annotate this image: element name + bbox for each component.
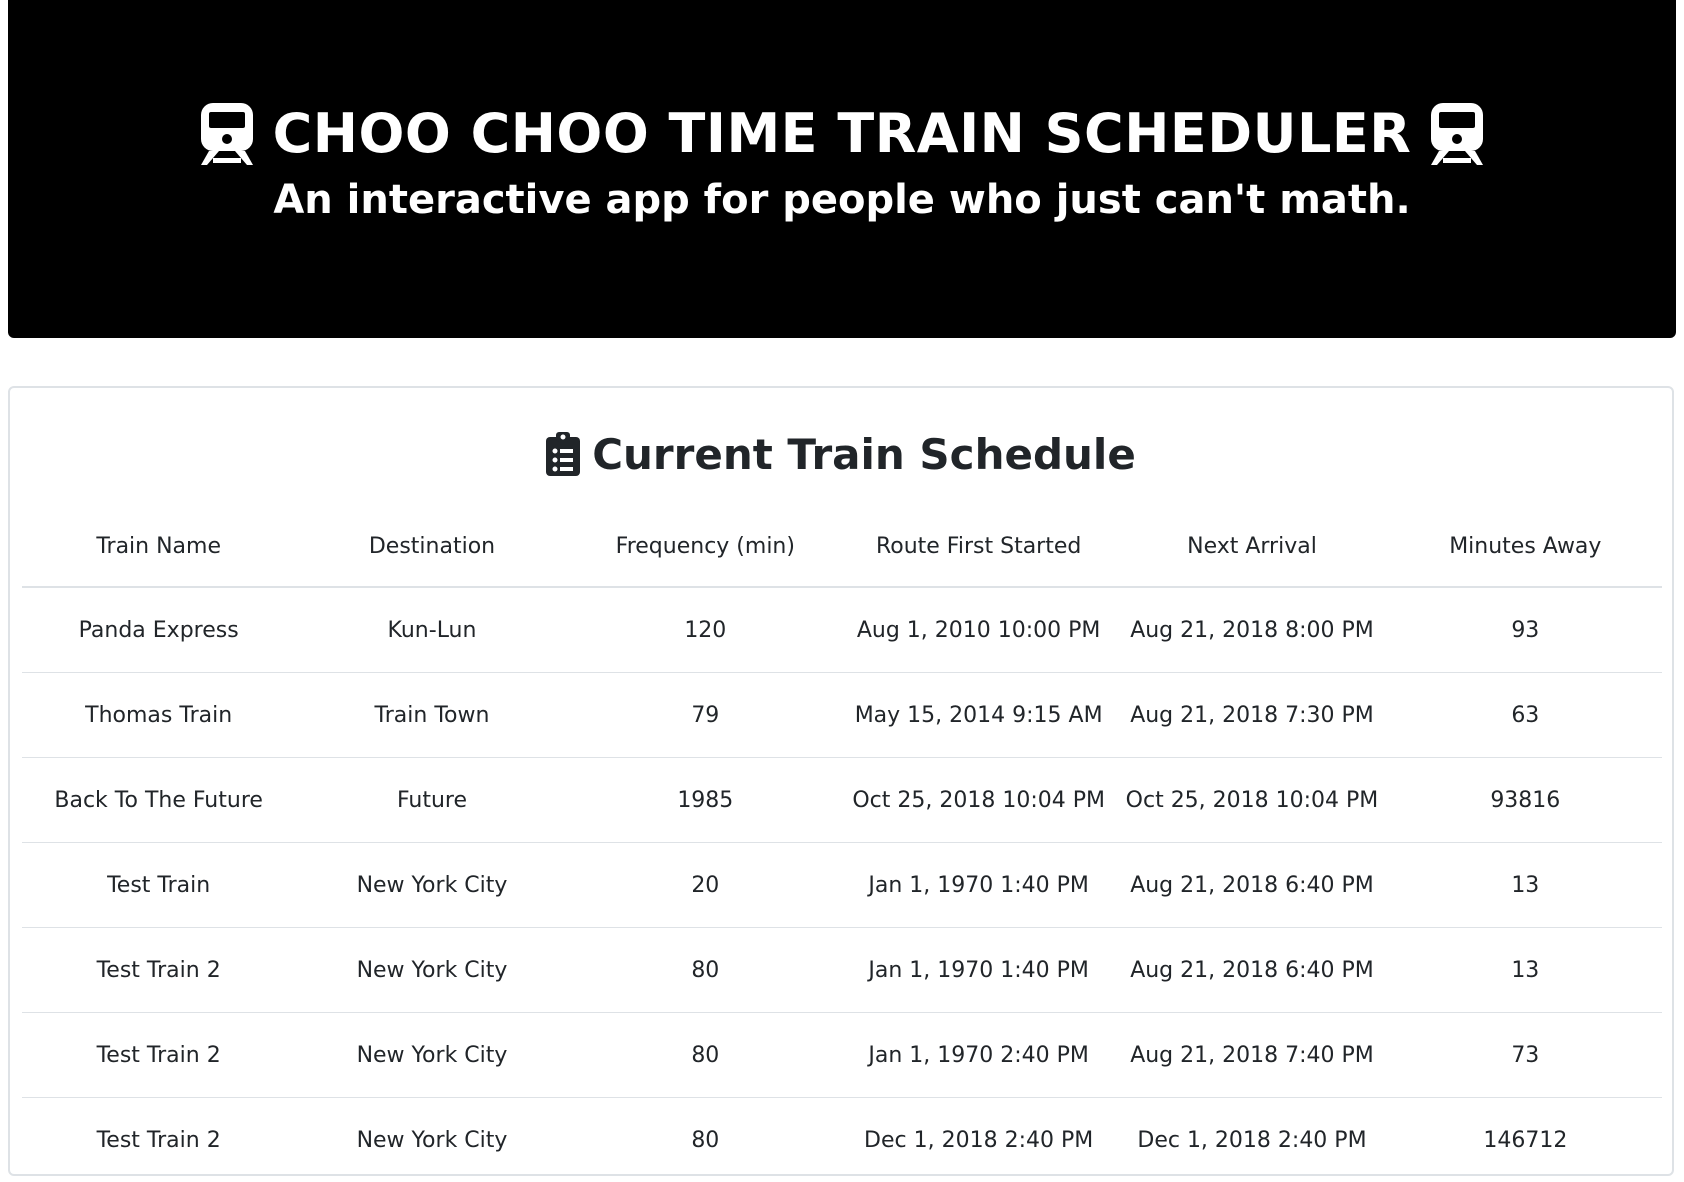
cell-next-arrival: Aug 21, 2018 8:00 PM [1130,617,1374,643]
column-header-destination: Destination [295,506,569,588]
cell-train-name: Thomas Train [22,672,296,758]
cell-next-arrival: Aug 21, 2018 6:40 PM [1115,842,1389,928]
table-row: Test Train 2 New York City 80 Jan 1, 197… [22,1012,1662,1098]
page-title-row: CHOO CHOO TIME TRAIN SCHEDULER [8,96,1676,172]
clipboard-list-icon [546,432,581,476]
cell-next-arrival: Dec 1, 2018 2:40 PM [1115,1097,1389,1182]
cell-train-name: Test Train 2 [22,1012,296,1098]
cell-minutes-away: 93 [1511,617,1540,643]
cell-next-arrival: Oct 25, 2018 10:04 PM [1115,757,1389,843]
app-title: CHOO CHOO TIME TRAIN SCHEDULER [272,102,1412,165]
table-header-row: Train Name Destination Frequency (min) R… [22,506,1662,588]
schedule-card: Current Train Schedule Train Name Destin… [8,386,1674,1182]
cell-minutes-away: 63 [1388,672,1662,758]
column-header-frequency: Frequency (min) [568,506,842,588]
cell-route-first-started: Jan 1, 1970 1:40 PM [841,927,1116,1013]
cell-frequency: 80 [568,1012,842,1098]
cell-train-name: Test Train 2 [22,1097,296,1182]
column-header-minutes-away: Minutes Away [1388,506,1662,588]
cell-destination: Kun-Lun [387,617,477,643]
cell-minutes-away: 93816 [1388,757,1662,843]
train-icon [199,103,255,165]
schedule-title-row: Current Train Schedule [10,426,1672,482]
cell-train-name: Panda Express [78,617,239,643]
train-icon [1429,103,1485,165]
cell-route-first-started: Jan 1, 1970 1:40 PM [841,842,1116,928]
column-header-route-first-started: Route First Started [841,506,1116,588]
cell-destination: New York City [295,1097,569,1182]
cell-frequency: 80 [568,927,842,1013]
column-header-next-arrival: Next Arrival [1115,506,1389,588]
cell-train-name: Test Train [22,842,296,928]
table-row: Back To The Future Future 1985 Oct 25, 2… [22,757,1662,843]
cell-destination: New York City [295,1012,569,1098]
cell-frequency: 20 [568,842,842,928]
cell-minutes-away: 146712 [1388,1097,1662,1182]
cell-next-arrival: Aug 21, 2018 7:30 PM [1115,672,1389,758]
cell-frequency: 80 [568,1097,842,1182]
cell-route-first-started: May 15, 2014 9:15 AM [841,672,1116,758]
cell-frequency: 1985 [568,757,842,843]
cell-train-name: Test Train 2 [22,927,296,1013]
cell-frequency: 79 [568,672,842,758]
column-header-train-name: Train Name [22,506,296,588]
cell-minutes-away: 13 [1388,842,1662,928]
header-jumbotron: CHOO CHOO TIME TRAIN SCHEDULER An intera… [8,0,1676,338]
cell-train-name: Back To The Future [22,757,296,843]
cell-route-first-started: Jan 1, 1970 2:40 PM [841,1012,1116,1098]
cell-destination: New York City [295,842,569,928]
cell-route-first-started: Dec 1, 2018 2:40 PM [841,1097,1116,1182]
table-row: Test Train New York City 20 Jan 1, 1970 … [22,842,1662,928]
table-row: Test Train 2 New York City 80 Jan 1, 197… [22,927,1662,1013]
cell-frequency: 120 [684,617,727,643]
table-row: Panda Express Kun-Lun 120 Aug 1, 2010 10… [22,587,1662,673]
train-schedule-table: Train Name Destination Frequency (min) R… [22,506,1662,1182]
cell-destination: New York City [295,927,569,1013]
cell-route-first-started: Aug 1, 2010 10:00 PM [856,617,1101,643]
table-row: Test Train 2 New York City 80 Dec 1, 201… [22,1097,1662,1182]
table-row: Thomas Train Train Town 79 May 15, 2014 … [22,672,1662,758]
cell-destination: Future [295,757,569,843]
cell-next-arrival: Aug 21, 2018 7:40 PM [1115,1012,1389,1098]
cell-minutes-away: 13 [1388,927,1662,1013]
app-subtitle: An interactive app for people who just c… [273,177,1411,223]
cell-next-arrival: Aug 21, 2018 6:40 PM [1115,927,1389,1013]
schedule-title: Current Train Schedule [592,429,1136,479]
cell-destination: Train Town [295,672,569,758]
cell-route-first-started: Oct 25, 2018 10:04 PM [841,757,1116,843]
cell-minutes-away: 73 [1388,1012,1662,1098]
